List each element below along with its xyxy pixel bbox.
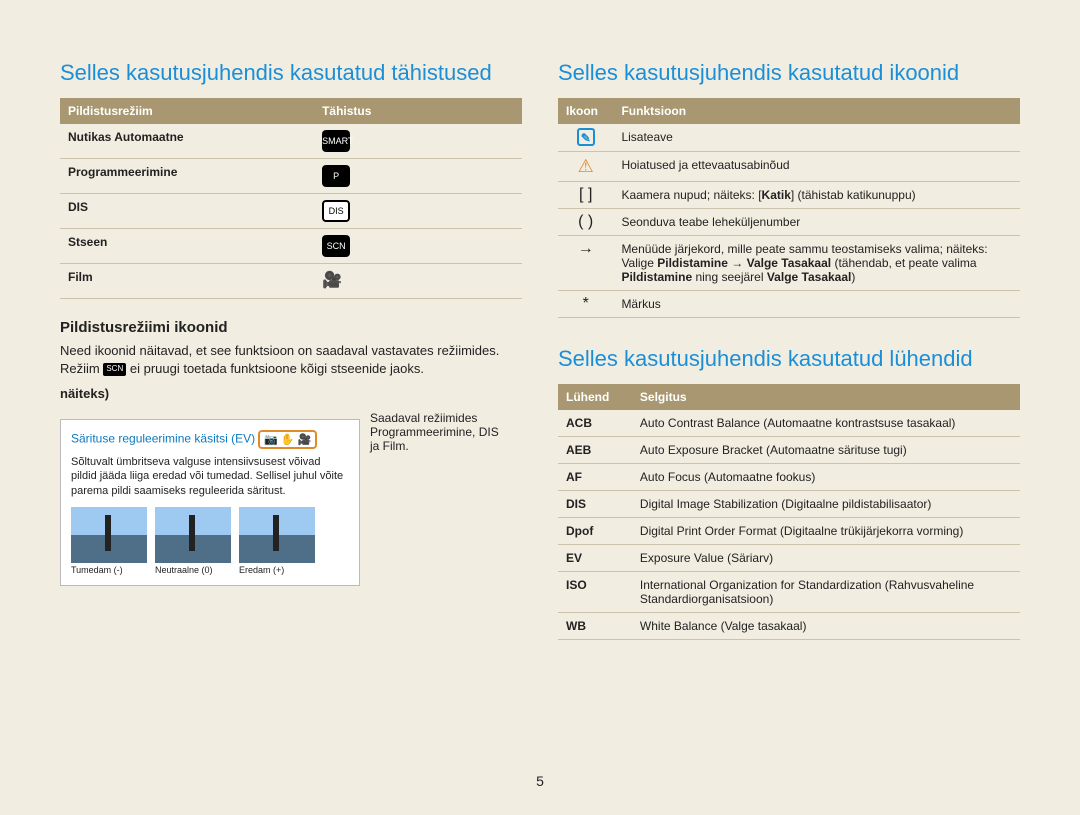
dis-icon: DIS (322, 200, 350, 222)
film-icon: 🎥 (322, 270, 342, 292)
arrow-icon: → (558, 236, 613, 291)
th-abbr: Lühend (558, 384, 632, 410)
scn-inline-icon: SCN (103, 363, 126, 376)
symbols-table: Pildistusrežiim Tähistus Nutikas Automaa… (60, 98, 522, 299)
mode-cell: Nutikas Automaatne (60, 124, 314, 159)
thumb-darker (71, 507, 147, 563)
func-cell: Menüüde järjekord, mille peate sammu teo… (613, 236, 1020, 291)
func-cell: Seonduva teabe leheküljenumber (613, 209, 1020, 236)
heading-symbols: Selles kasutusjuhendis kasutatud tähistu… (60, 60, 522, 86)
subheading-mode-icons: Pildistusrežiimi ikoonid (60, 319, 522, 336)
example-caption: Saadaval režiimides Programmeerimine, DI… (370, 411, 510, 453)
func-cell: Hoiatused ja ettevaatusabinõud (613, 152, 1020, 182)
mode-icons-paragraph: Need ikoonid näitavad, et see funktsioon… (60, 342, 522, 377)
asterisk-icon: * (558, 291, 613, 318)
note-icon: ✎ (577, 128, 595, 146)
example-mode-icons: 📷 ✋ 🎥 (258, 430, 317, 449)
th-mode: Pildistusrežiim (60, 98, 314, 124)
example-box: Särituse reguleerimine käsitsi (EV) 📷 ✋ … (60, 419, 360, 587)
example-body: Sõltuvalt ümbritseva valguse intensiivsu… (71, 455, 349, 500)
right-column: Selles kasutusjuhendis kasutatud ikoonid… (558, 60, 1020, 640)
icons-table: Ikoon Funktsioon ✎ Lisateave ⚠ Hoiatused j… (558, 98, 1020, 318)
func-cell: Kaamera nupud; näiteks: [Katik] (tähista… (613, 182, 1020, 209)
thumb-neutral (155, 507, 231, 563)
thumb-brighter (239, 507, 315, 563)
mode-cell: Stseen (60, 229, 314, 264)
warn-icon: ⚠ (578, 156, 594, 176)
scene-icon: SCN (322, 235, 350, 257)
smart-icon: SMART (322, 130, 350, 152)
abbr-table: Lühend Selgitus ACBAuto Contrast Balance… (558, 384, 1020, 640)
heading-icons: Selles kasutusjuhendis kasutatud ikoonid (558, 60, 1020, 86)
th-icon: Ikoon (558, 98, 613, 124)
page-number: 5 (0, 773, 1080, 789)
left-column: Selles kasutusjuhendis kasutatud tähistu… (60, 60, 522, 640)
mode-cell: Film (60, 264, 314, 299)
example-title: Särituse reguleerimine käsitsi (EV) (71, 431, 255, 445)
func-cell: Lisateave (613, 124, 1020, 152)
th-desc: Selgitus (632, 384, 1020, 410)
mode-cell: DIS (60, 194, 314, 229)
program-icon: P (322, 165, 350, 187)
func-cell: Märkus (613, 291, 1020, 318)
heading-abbr: Selles kasutusjuhendis kasutatud lühendi… (558, 346, 1020, 372)
th-sym: Tähistus (314, 98, 522, 124)
mode-cell: Programmeerimine (60, 159, 314, 194)
th-func: Funktsioon (613, 98, 1020, 124)
parens-icon: ( ) (558, 209, 613, 236)
brackets-icon: [ ] (558, 182, 613, 209)
example-label: näiteks) (60, 386, 109, 401)
